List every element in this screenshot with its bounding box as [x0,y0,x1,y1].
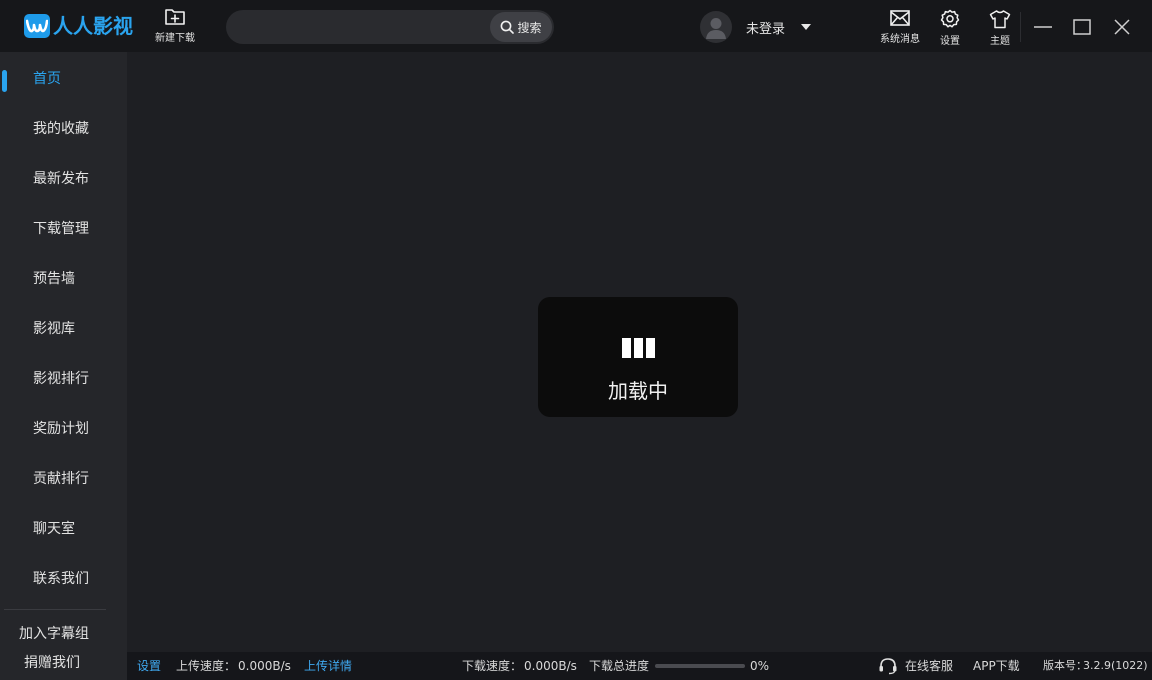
sidebar-item-contribution-ranking[interactable]: 贡献排行 [0,454,127,504]
title-bar: 人人影视 新建下载 搜索 未登录 系统消息 设置 主题 [0,0,1152,52]
messages-button[interactable]: 系统消息 [875,9,925,49]
close-button[interactable] [1107,12,1137,42]
total-progress-label: 下载总进度 [589,659,650,673]
upload-speed-label: 上传速度： [176,659,237,673]
sidebar-item-label: 聊天室 [33,521,75,537]
upload-speed-value: 0.000B/s [238,659,291,673]
sidebar-item-label: 预告墙 [33,271,75,287]
app-window: 人人影视 新建下载 搜索 未登录 系统消息 设置 主题 首页 我的收藏 最新发布… [0,0,1152,680]
app-logo[interactable]: 人人影视 [24,13,133,39]
gear-icon [940,9,960,28]
sidebar-item-favorites[interactable]: 我的收藏 [0,104,127,154]
sidebar-item-rewards[interactable]: 奖励计划 [0,404,127,454]
sidebar-item-downloads[interactable]: 下载管理 [0,204,127,254]
sidebar-item-chatroom[interactable]: 聊天室 [0,504,127,554]
join-subtitle-group-link[interactable]: 加入字幕组 [19,623,89,643]
sidebar-item-latest[interactable]: 最新发布 [0,154,127,204]
search-icon [501,20,515,34]
user-name: 未登录 [746,21,786,37]
download-speed-label: 下载速度： [462,659,523,673]
chevron-down-icon [801,24,812,30]
active-indicator [2,70,7,92]
app-name: 人人影视 [53,14,133,38]
user-menu[interactable]: 未登录 [700,11,812,43]
sidebar-divider [4,609,106,610]
sidebar-item-library[interactable]: 影视库 [0,304,127,354]
theme-label: 主题 [990,36,1010,47]
sidebar: 首页 我的收藏 最新发布 下载管理 预告墙 影视库 影视排行 奖励计划 贡献排行… [0,52,127,680]
headset-icon [879,658,897,675]
status-bar: 设置 上传速度： 0.000B/s 上传详情 下载速度： 0.000B/s 下载… [127,652,1152,680]
loading-indicator: 加载中 [538,297,738,417]
mail-icon [890,10,910,26]
sidebar-item-rankings[interactable]: 影视排行 [0,354,127,404]
toolbar-divider [1020,12,1021,42]
app-download-link[interactable]: APP下载 [973,652,1020,680]
theme-button[interactable]: 主题 [975,9,1025,49]
close-icon [1114,19,1130,35]
user-icon [706,18,726,39]
sidebar-item-label: 奖励计划 [33,421,89,437]
status-settings-link[interactable]: 设置 [137,652,161,680]
maximize-icon [1073,19,1091,35]
avatar [700,11,732,43]
sidebar-item-label: 联系我们 [33,571,89,587]
minimize-icon [1034,26,1052,28]
minimize-button[interactable] [1028,12,1058,42]
logo-icon [24,14,50,38]
settings-button[interactable]: 设置 [925,9,975,49]
sidebar-item-trailers[interactable]: 预告墙 [0,254,127,304]
tshirt-icon [989,10,1011,29]
maximize-button[interactable] [1067,12,1097,42]
total-progress-bar [655,664,745,668]
sidebar-item-home[interactable]: 首页 [0,54,127,104]
online-service-link[interactable]: 在线客服 [905,652,953,680]
sidebar-item-label: 下载管理 [33,221,89,237]
version-label: 版本号： [1043,659,1087,672]
sidebar-item-label: 我的收藏 [33,121,89,137]
search-input[interactable] [240,10,490,44]
search-button[interactable]: 搜索 [490,12,552,42]
download-speed-value: 0.000B/s [524,659,577,673]
messages-label: 系统消息 [880,34,920,45]
total-progress-value: 0% [750,659,770,673]
folder-plus-icon [165,9,185,25]
new-download-button[interactable]: 新建下载 [150,8,200,48]
sidebar-item-label: 首页 [33,71,61,87]
search-button-label: 搜索 [517,20,542,35]
donate-link[interactable]: 捐赠我们 [24,652,80,672]
sidebar-item-label: 贡献排行 [33,471,89,487]
sidebar-item-label: 影视排行 [33,371,89,387]
sidebar-item-label: 最新发布 [33,171,89,187]
settings-label: 设置 [940,36,960,47]
main-content: 加载中 [127,52,1152,652]
version-value: 3.2.9(1022) [1083,659,1148,672]
upload-details-link[interactable]: 上传详情 [304,652,352,680]
loading-text: 加载中 [608,379,668,403]
loading-bars-icon [622,338,655,358]
sidebar-item-label: 影视库 [33,321,75,337]
search-bar: 搜索 [226,10,554,44]
sidebar-item-contact[interactable]: 联系我们 [0,554,127,604]
new-download-label: 新建下载 [155,33,195,44]
